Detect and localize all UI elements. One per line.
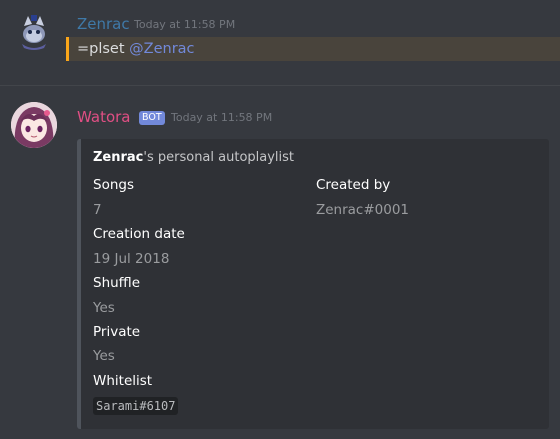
field-name-created-by: Created by xyxy=(316,177,391,193)
zenrac-avatar-icon xyxy=(14,12,54,52)
field-name-private: Private xyxy=(93,324,141,340)
username[interactable]: Watora xyxy=(77,108,130,126)
field-name-songs: Songs xyxy=(93,177,134,193)
timestamp: Today at 11:58 PM xyxy=(171,111,273,124)
field-value-creation-date: 19 Jul 2018 xyxy=(93,251,170,267)
embed-title: Zenrac's personal autoplaylist xyxy=(93,150,294,165)
embed-title-text: 's personal autoplaylist xyxy=(143,150,295,165)
field-value-songs: 7 xyxy=(93,202,102,218)
field-name-shuffle: Shuffle xyxy=(93,275,141,291)
embed-title-user: Zenrac xyxy=(93,150,144,165)
avatar-watora[interactable] xyxy=(11,102,57,148)
message-zenrac: Zenrac Today at 11:58 PM =plset @Zenrac xyxy=(0,0,560,86)
message-watora: Watora BOT Today at 11:58 PM Zenrac's pe… xyxy=(0,86,560,439)
field-name-creation-date: Creation date xyxy=(93,226,185,242)
user-mention[interactable]: @Zenrac xyxy=(129,41,194,57)
message-content: =plset @Zenrac xyxy=(77,40,195,58)
field-name-whitelist: Whitelist xyxy=(93,373,153,389)
bot-badge: BOT xyxy=(139,111,165,125)
timestamp: Today at 11:58 PM xyxy=(134,18,236,31)
field-value-shuffle: Yes xyxy=(93,300,115,316)
watora-avatar-icon xyxy=(11,102,57,148)
embed-card: Zenrac's personal autoplaylist Songs 7 C… xyxy=(77,139,549,429)
field-value-created-by: Zenrac#0001 xyxy=(316,202,410,218)
username[interactable]: Zenrac xyxy=(77,15,130,33)
field-value-private: Yes xyxy=(93,348,115,364)
avatar-zenrac[interactable] xyxy=(14,12,54,52)
command-text: =plset xyxy=(77,41,125,57)
field-value-whitelist: Sarami#6107 xyxy=(93,397,179,415)
